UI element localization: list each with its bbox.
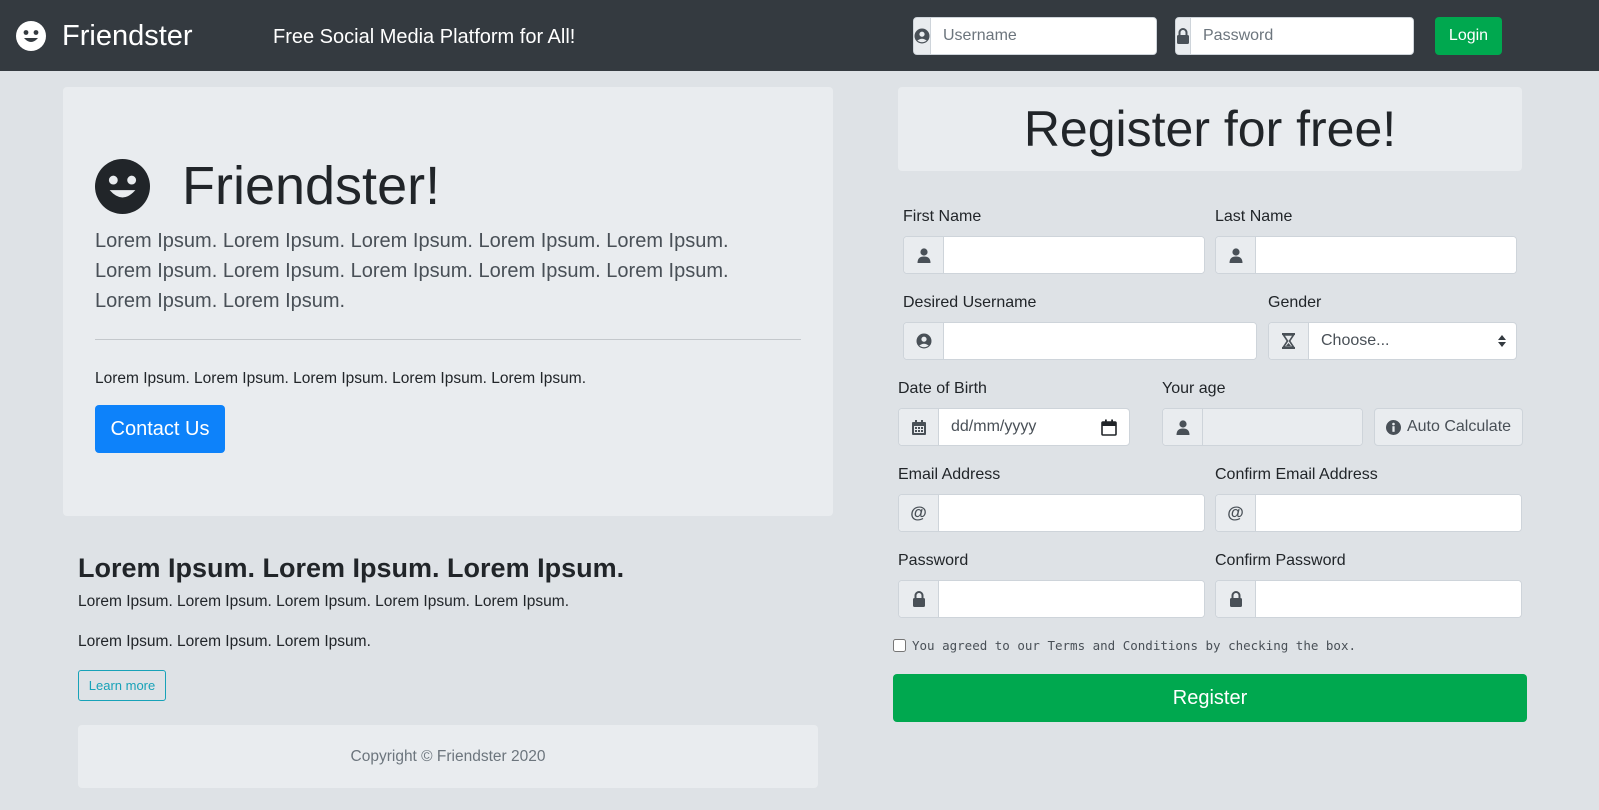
user-circle-icon bbox=[914, 18, 931, 54]
age-label: Your age bbox=[1162, 380, 1226, 397]
copyright-text: Copyright © Friendster 2020 bbox=[350, 747, 546, 765]
section-heading: Lorem Ipsum. Lorem Ipsum. Lorem Ipsum. bbox=[78, 553, 625, 583]
gender-group: Choose... bbox=[1268, 322, 1517, 360]
email-group: @ bbox=[898, 494, 1205, 532]
top-navbar: Friendster Free Social Media Platform fo… bbox=[0, 0, 1599, 71]
login-button[interactable]: Login bbox=[1435, 17, 1502, 55]
learn-more-button[interactable]: Learn more bbox=[78, 670, 166, 701]
username-label: Desired Username bbox=[903, 294, 1037, 311]
confirm-password-group bbox=[1215, 580, 1522, 618]
terms-row: You agreed to our Terms and Conditions b… bbox=[893, 638, 1356, 653]
dob-label: Date of Birth bbox=[898, 380, 987, 397]
age-input bbox=[1203, 409, 1362, 445]
auto-calculate-label: Auto Calculate bbox=[1406, 418, 1512, 435]
footer: Copyright © Friendster 2020 bbox=[78, 725, 818, 788]
password-label: Password bbox=[898, 552, 969, 569]
auto-calculate-button[interactable]: Auto Calculate bbox=[1374, 408, 1523, 446]
smiley-icon[interactable] bbox=[16, 21, 46, 51]
login-password-input[interactable] bbox=[1191, 18, 1413, 54]
user-icon bbox=[1216, 237, 1256, 273]
gender-select[interactable]: Choose... bbox=[1309, 323, 1516, 359]
intro-jumbotron: Friendster! Lorem Ipsum. Lorem Ipsum. Lo… bbox=[63, 87, 833, 516]
confirm-email-input[interactable] bbox=[1256, 495, 1521, 531]
terms-text: You agreed to our Terms and Conditions b… bbox=[912, 638, 1357, 653]
gender-label: Gender bbox=[1268, 294, 1322, 311]
confirm-email-label: Confirm Email Address bbox=[1215, 466, 1378, 483]
first-name-input[interactable] bbox=[944, 237, 1204, 273]
terms-checkbox[interactable] bbox=[893, 639, 906, 652]
age-group bbox=[1162, 408, 1363, 446]
navbar-tagline: Free Social Media Platform for All! bbox=[273, 26, 576, 48]
user-icon bbox=[904, 237, 944, 273]
calendar-picker-icon[interactable] bbox=[1101, 419, 1117, 436]
username-group bbox=[903, 322, 1257, 360]
dob-placeholder: dd/mm/yyyy bbox=[951, 418, 1037, 435]
register-header: Register for free! bbox=[898, 87, 1522, 171]
brand-name[interactable]: Friendster bbox=[62, 18, 193, 54]
last-name-input[interactable] bbox=[1256, 237, 1516, 273]
dob-input[interactable]: dd/mm/yyyy bbox=[939, 409, 1129, 445]
smiley-icon bbox=[95, 159, 150, 214]
first-name-label: First Name bbox=[903, 208, 982, 225]
email-input[interactable] bbox=[939, 495, 1204, 531]
lock-icon bbox=[1216, 581, 1256, 617]
jumbotron-lead: Lorem Ipsum. Lorem Ipsum. Lorem Ipsum. L… bbox=[95, 230, 729, 312]
user-circle-icon bbox=[904, 323, 944, 359]
confirm-email-group: @ bbox=[1215, 494, 1522, 532]
section-paragraph: Lorem Ipsum. Lorem Ipsum. Lorem Ipsum. bbox=[78, 633, 371, 650]
hourglass-icon bbox=[1269, 323, 1309, 359]
select-arrows-icon bbox=[1498, 335, 1506, 347]
divider bbox=[95, 339, 801, 340]
jumbotron-text: Lorem Ipsum. Lorem Ipsum. Lorem Ipsum. L… bbox=[95, 370, 587, 387]
at-sign-icon: @ bbox=[899, 495, 939, 531]
login-username-group bbox=[913, 17, 1157, 55]
at-sign-icon: @ bbox=[1216, 495, 1256, 531]
login-password-group bbox=[1175, 17, 1414, 55]
username-input[interactable] bbox=[944, 323, 1256, 359]
password-input[interactable] bbox=[939, 581, 1204, 617]
contact-us-button[interactable]: Contact Us bbox=[95, 405, 225, 453]
gender-select-value: Choose... bbox=[1321, 332, 1390, 349]
first-name-group bbox=[903, 236, 1205, 274]
last-name-group bbox=[1215, 236, 1517, 274]
jumbotron-title: Friendster! bbox=[182, 156, 441, 216]
register-button[interactable]: Register bbox=[893, 674, 1527, 722]
email-label: Email Address bbox=[898, 466, 1001, 483]
calendar-icon bbox=[899, 409, 939, 445]
info-circle-icon bbox=[1385, 419, 1401, 435]
password-group bbox=[898, 580, 1205, 618]
confirm-password-label: Confirm Password bbox=[1215, 552, 1346, 569]
login-username-input[interactable] bbox=[931, 18, 1156, 54]
section-paragraph: Lorem Ipsum. Lorem Ipsum. Lorem Ipsum. L… bbox=[78, 593, 570, 610]
user-icon bbox=[1163, 409, 1203, 445]
confirm-password-input[interactable] bbox=[1256, 581, 1521, 617]
last-name-label: Last Name bbox=[1215, 208, 1293, 225]
lock-icon bbox=[1176, 18, 1191, 54]
register-title: Register for free! bbox=[1023, 101, 1397, 157]
lock-icon bbox=[899, 581, 939, 617]
dob-group: dd/mm/yyyy bbox=[898, 408, 1130, 446]
